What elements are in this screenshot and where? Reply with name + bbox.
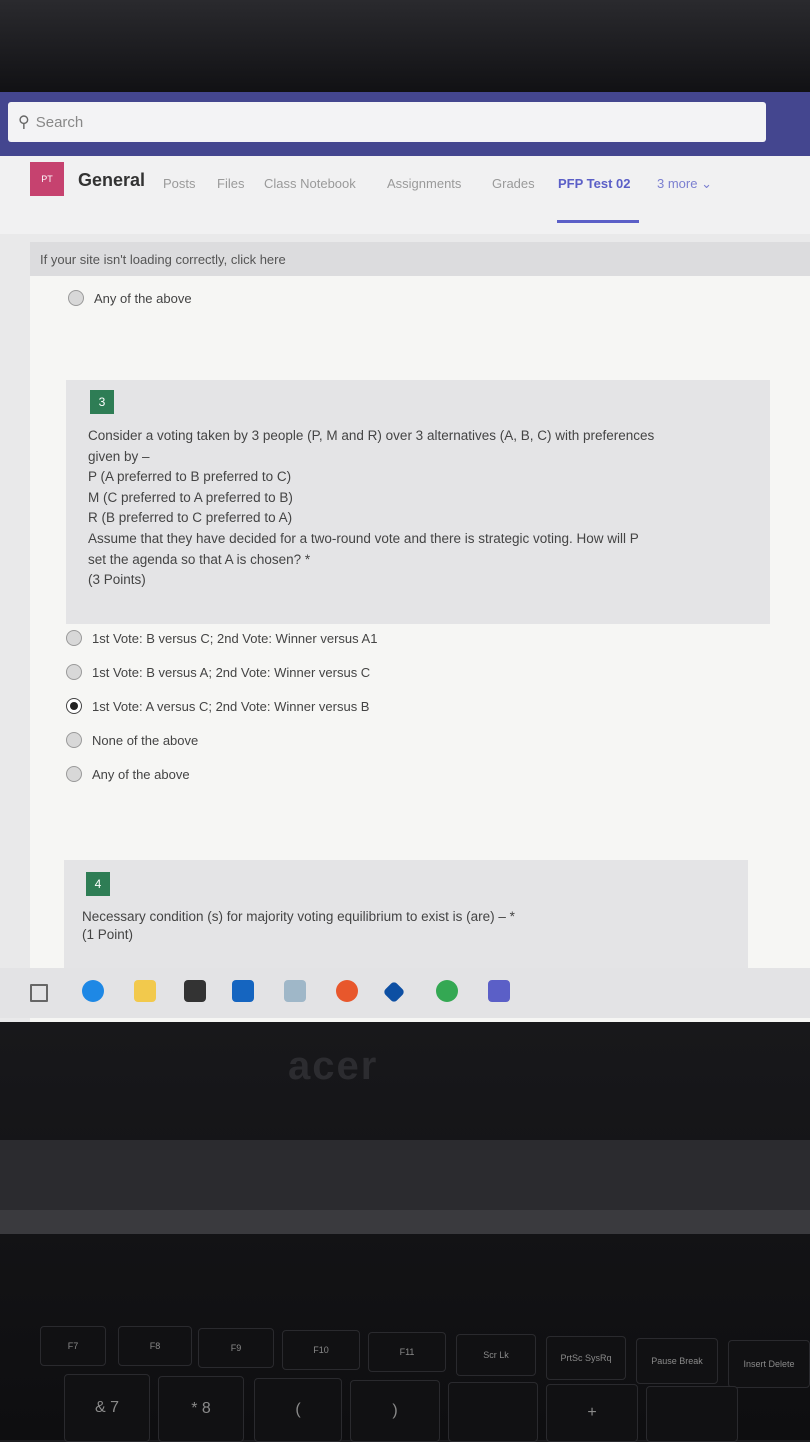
- question-text: Necessary condition (s) for majority vot…: [82, 909, 515, 942]
- chrome-icon[interactable]: [436, 980, 458, 1002]
- option-label: None of the above: [92, 732, 199, 748]
- tab-files[interactable]: Files: [217, 176, 244, 191]
- key-scroll-lock: Scr Lk: [456, 1334, 536, 1376]
- teams-top-bar: ⚲ Search: [0, 92, 810, 156]
- laptop-hinge-edge: [0, 1210, 810, 1234]
- prev-option-any[interactable]: Any of the above: [68, 290, 192, 306]
- tab-grades[interactable]: Grades: [492, 176, 535, 191]
- key-9: (: [254, 1378, 342, 1442]
- question-card-3: 3 Consider a voting taken by 3 people (P…: [66, 380, 770, 624]
- teams-icon[interactable]: [488, 980, 510, 1002]
- search-icon: ⚲: [18, 114, 30, 131]
- radio-button[interactable]: [68, 290, 84, 306]
- screen: ⚲ Search PT General Posts Files Class No…: [0, 92, 810, 1022]
- question-number: 4: [86, 872, 110, 896]
- question-number: 3: [90, 390, 114, 414]
- answer-option-selected[interactable]: 1st Vote: A versus C; 2nd Vote: Winner v…: [66, 698, 369, 714]
- key-print-screen: PrtSc SysRq: [546, 1336, 626, 1380]
- windows-taskbar: [0, 968, 810, 1018]
- channel-name: General: [78, 170, 146, 190]
- question-text: Consider a voting taken by 3 people (P, …: [88, 428, 655, 588]
- mail-icon[interactable]: [232, 980, 254, 1002]
- key-f7: F7: [40, 1326, 106, 1366]
- radio-button-selected[interactable]: [66, 698, 82, 714]
- radio-button[interactable]: [66, 664, 82, 680]
- key-f10: F10: [282, 1330, 360, 1370]
- option-label: Any of the above: [94, 290, 192, 306]
- radio-button[interactable]: [66, 630, 82, 646]
- tab-posts[interactable]: Posts: [163, 176, 196, 191]
- key-f8: F8: [118, 1326, 192, 1366]
- search-placeholder: Search: [35, 113, 84, 131]
- radio-button[interactable]: [66, 766, 82, 782]
- team-avatar[interactable]: PT: [30, 162, 64, 196]
- option-label: 1st Vote: B versus C; 2nd Vote: Winner v…: [92, 630, 378, 646]
- tab-assignments[interactable]: Assignments: [387, 176, 461, 191]
- answer-option[interactable]: 1st Vote: B versus C; 2nd Vote: Winner v…: [66, 630, 377, 646]
- option-label: 1st Vote: B versus A; 2nd Vote: Winner v…: [92, 664, 371, 680]
- edge-icon[interactable]: [82, 980, 104, 1002]
- tab-pfp-test[interactable]: PFP Test 02: [558, 176, 631, 191]
- chevron-down-icon: ⌄: [701, 176, 712, 191]
- active-tab-indicator: [557, 220, 639, 223]
- radio-button[interactable]: [66, 732, 82, 748]
- file-explorer-icon[interactable]: [134, 980, 156, 1002]
- brand-logo: acer: [288, 1044, 379, 1088]
- answer-option[interactable]: None of the above: [66, 732, 198, 748]
- firefox-icon[interactable]: [336, 980, 358, 1002]
- task-view-icon[interactable]: [30, 984, 48, 1002]
- key-plus: +: [546, 1384, 638, 1442]
- laptop-hinge: [0, 1140, 810, 1210]
- answer-option[interactable]: Any of the above: [66, 766, 190, 782]
- key-minus: [448, 1382, 538, 1442]
- key-backspace: [646, 1386, 738, 1442]
- site-notice-link[interactable]: If your site isn't loading correctly, cl…: [30, 242, 810, 276]
- option-label: 1st Vote: A versus C; 2nd Vote: Winner v…: [92, 698, 370, 714]
- photos-icon[interactable]: [284, 980, 306, 1002]
- store-icon[interactable]: [184, 980, 206, 1002]
- option-label: Any of the above: [92, 766, 190, 782]
- answer-option[interactable]: 1st Vote: B versus A; 2nd Vote: Winner v…: [66, 664, 370, 680]
- channel-header: [0, 156, 810, 234]
- key-f11: F11: [368, 1332, 446, 1372]
- key-0: ): [350, 1380, 440, 1442]
- key-f9: F9: [198, 1328, 274, 1368]
- tab-class-notebook[interactable]: Class Notebook: [264, 176, 356, 191]
- key-8: * 8: [158, 1376, 244, 1442]
- tab-more[interactable]: 3 more ⌄: [657, 176, 712, 192]
- question-card-4: 4 Necessary condition (s) for majority v…: [64, 860, 748, 980]
- laptop-bezel: [0, 0, 810, 92]
- search-input[interactable]: ⚲ Search: [8, 102, 766, 142]
- key-7: & 7: [64, 1374, 150, 1442]
- form-content: Any of the above 3 Consider a voting tak…: [30, 276, 810, 1022]
- key-delete: Insert Delete: [728, 1340, 810, 1388]
- key-pause: Pause Break: [636, 1338, 718, 1384]
